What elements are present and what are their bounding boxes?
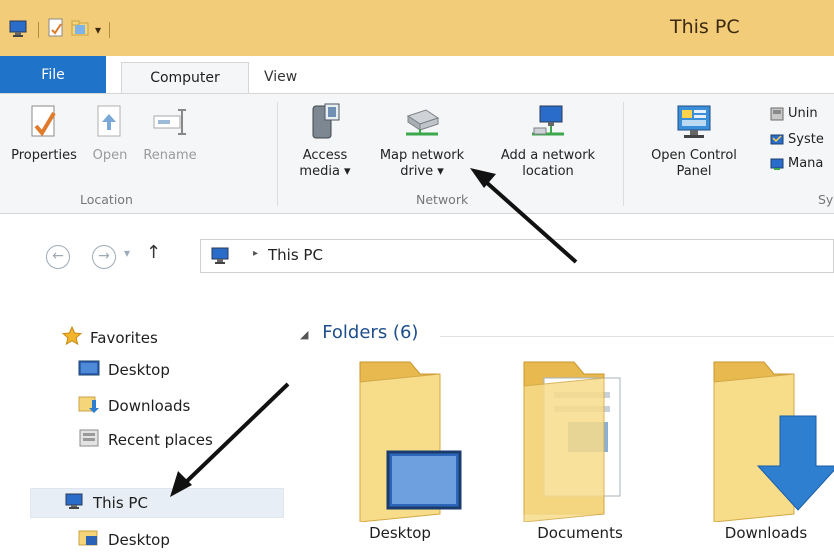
network-location-icon — [528, 102, 568, 142]
folder-desktop[interactable]: Desktop — [330, 352, 470, 542]
media-server-icon — [305, 102, 345, 142]
manage-button[interactable]: Mana — [770, 156, 823, 171]
group-label-network: Network — [416, 192, 469, 207]
group-separator — [623, 102, 624, 206]
group-label-system: Sy — [818, 192, 834, 207]
add-network-location-button[interactable]: Add a network location — [486, 102, 610, 180]
recent-locations-button[interactable]: ▾ — [124, 246, 130, 260]
forward-arrow-icon: → — [98, 248, 110, 264]
uninstall-program-button[interactable]: Unin — [770, 106, 818, 121]
window-title: This PC — [670, 16, 740, 38]
tab-file[interactable]: File — [0, 56, 106, 94]
map-network-drive-label-line1: Map network — [379, 148, 465, 163]
properties-button[interactable]: Properties — [6, 102, 82, 164]
folder-label-downloads: Downloads — [724, 524, 808, 542]
access-media-label-line1: Access — [302, 148, 348, 163]
nav-label-favorites: Favorites — [90, 329, 158, 347]
back-button[interactable]: ← — [46, 245, 70, 269]
back-arrow-icon: ← — [52, 248, 64, 264]
tab-view[interactable]: View — [252, 62, 309, 94]
group-divider — [440, 336, 834, 337]
toolbar-separator — [109, 22, 111, 38]
nav-label-this-pc-desktop: Desktop — [108, 531, 170, 549]
access-media-button[interactable]: Access media ▾ — [294, 102, 356, 180]
open-control-panel-label-line1: Open Control — [651, 148, 737, 163]
title-bar: ▾ This PC — [0, 0, 834, 56]
nav-label-this-pc: This PC — [93, 494, 148, 512]
recent-places-icon — [78, 428, 100, 452]
folders-group-label: Folders (6) — [322, 322, 419, 343]
collapse-triangle-icon: ◢ — [300, 328, 309, 341]
folders-group-header[interactable]: ◢ Folders (6) — [300, 322, 418, 343]
desktop-folder-icon — [78, 528, 100, 552]
folder-downloads[interactable]: Downloads — [696, 352, 834, 542]
access-media-label-line2: media ▾ — [299, 164, 351, 179]
uninstall-label: Unin — [788, 106, 818, 121]
group-separator — [277, 102, 278, 206]
address-bar-row: ← → ▾ ↑ ▸ This PC — [0, 214, 834, 280]
ribbon: Properties Open Rename Location Access m… — [0, 93, 834, 214]
group-label-location: Location — [80, 192, 133, 207]
star-icon — [61, 325, 83, 350]
control-panel-icon — [674, 102, 714, 142]
properties-label: Properties — [11, 148, 77, 163]
folder-label-desktop: Desktop — [369, 524, 431, 542]
uninstall-icon — [770, 107, 784, 121]
nav-item-favorites[interactable]: Favorites — [61, 325, 158, 350]
nav-label-recent-places: Recent places — [108, 431, 213, 449]
map-network-drive-button[interactable]: Map network drive ▾ — [364, 102, 480, 180]
folder-documents[interactable]: Documents — [510, 352, 650, 542]
folder-label-documents: Documents — [537, 524, 623, 542]
nav-item-this-pc[interactable]: This PC — [30, 488, 284, 518]
tab-computer[interactable]: Computer — [121, 62, 249, 94]
manage-icon — [770, 157, 784, 171]
system-icon — [770, 133, 784, 147]
add-network-location-label-line2: location — [522, 164, 574, 179]
open-control-panel-button[interactable]: Open Control Panel — [632, 102, 756, 180]
manage-label: Mana — [788, 156, 824, 171]
customize-toolbar-dropdown-icon[interactable]: ▾ — [95, 23, 101, 37]
properties-icon[interactable] — [47, 18, 65, 42]
ribbon-tabs: File Computer View — [0, 56, 834, 94]
downloads-folder-icon — [78, 394, 100, 418]
nav-item-this-pc-desktop[interactable]: Desktop — [78, 528, 170, 552]
navigation-pane: Favorites Desktop Downloads Recent place… — [0, 280, 290, 554]
toolbar-separator — [38, 22, 39, 38]
open-icon — [90, 102, 130, 142]
quick-access-toolbar: ▾ — [8, 18, 112, 42]
network-drive-icon — [402, 102, 442, 142]
computer-icon[interactable] — [8, 19, 30, 41]
computer-icon — [209, 246, 231, 270]
rename-icon — [150, 102, 190, 142]
open-control-panel-label-line2: Panel — [676, 164, 712, 179]
breadcrumb-this-pc[interactable]: This PC — [268, 246, 323, 264]
breadcrumb-separator-icon[interactable]: ▸ — [253, 248, 258, 259]
add-network-location-label-line1: Add a network — [500, 148, 596, 163]
nav-item-desktop[interactable]: Desktop — [78, 360, 170, 380]
system-properties-button[interactable]: Syste — [770, 132, 824, 147]
system-label: Syste — [788, 132, 824, 147]
content-pane: ◢ Folders (6) Desktop Documents Download… — [290, 280, 834, 554]
nav-item-recent-places[interactable]: Recent places — [78, 428, 213, 452]
open-button[interactable]: Open — [82, 102, 138, 164]
computer-icon — [63, 492, 85, 514]
forward-button[interactable]: → — [92, 245, 116, 269]
up-button[interactable]: ↑ — [146, 242, 161, 263]
map-network-drive-label-line2: drive ▾ — [400, 164, 444, 179]
rename-button[interactable]: Rename — [138, 102, 202, 164]
properties-icon — [24, 102, 64, 142]
nav-label-downloads: Downloads — [108, 397, 191, 415]
nav-item-downloads[interactable]: Downloads — [78, 394, 190, 418]
open-label: Open — [92, 148, 128, 163]
nav-label-desktop: Desktop — [108, 361, 170, 379]
desktop-icon — [78, 360, 100, 380]
rename-label: Rename — [143, 148, 197, 163]
new-folder-icon[interactable] — [71, 19, 89, 41]
